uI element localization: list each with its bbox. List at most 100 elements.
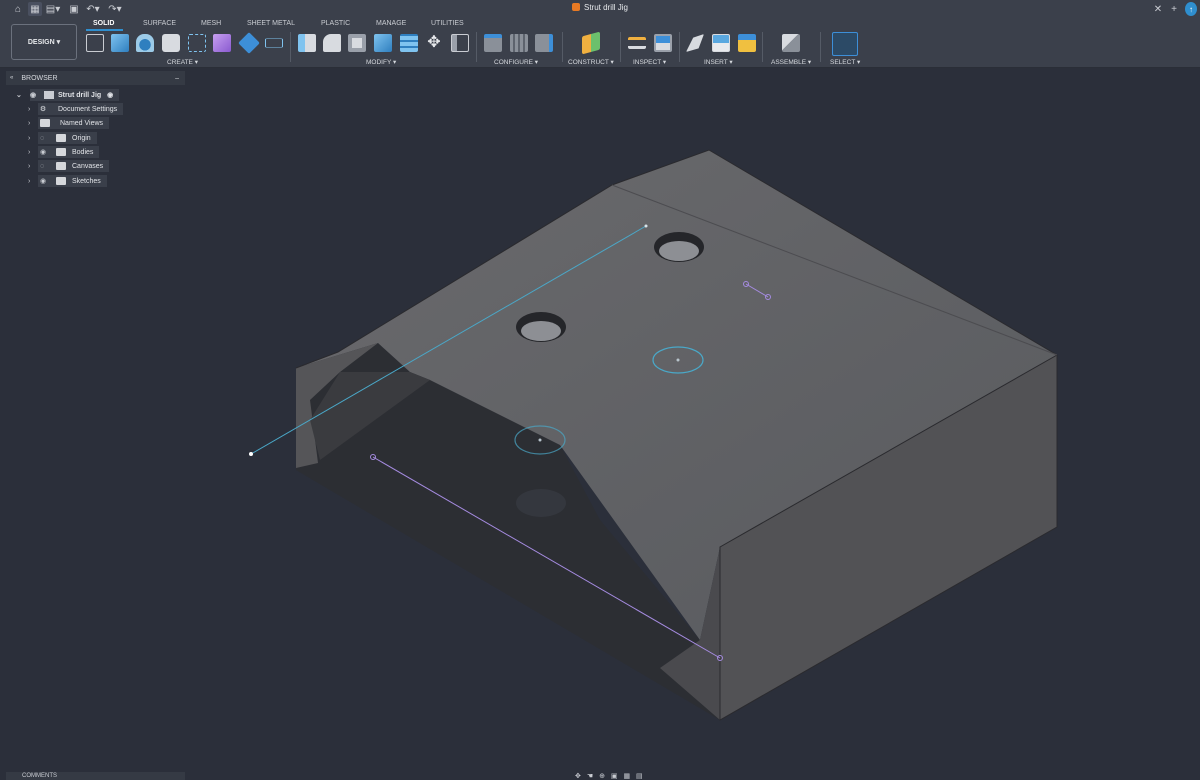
eye-icon[interactable]: ◉ — [40, 177, 46, 185]
browser-item-canvases[interactable]: › ◌ Canvases — [28, 160, 110, 172]
browser-title: BROWSER — [21, 74, 58, 82]
offset-plane-icon[interactable] — [582, 31, 600, 55]
inspect-label: INSPECT — [633, 59, 662, 66]
tab-manage[interactable]: MANAGE — [376, 20, 406, 27]
chevron-right-icon[interactable]: › — [28, 149, 30, 156]
box-primitive-icon[interactable] — [238, 32, 260, 54]
new-component-icon[interactable] — [782, 34, 800, 52]
section-analysis-icon[interactable] — [654, 34, 672, 52]
align-icon[interactable] — [451, 34, 469, 52]
assemble-group-label[interactable]: ASSEMBLE ▾ — [771, 58, 811, 66]
chevron-right-icon[interactable]: › — [28, 135, 30, 142]
create-sketch-icon[interactable] — [86, 34, 104, 52]
eye-icon[interactable]: ◉ — [40, 148, 46, 156]
browser-item-sketches[interactable]: › ◉ Sketches — [28, 175, 107, 187]
select-icon[interactable] — [832, 32, 858, 56]
configure-group-label[interactable]: CONFIGURE ▾ — [494, 58, 538, 66]
extrude-icon[interactable] — [111, 34, 129, 52]
new-tab-icon[interactable]: + — [1168, 2, 1180, 16]
hole-icon[interactable] — [162, 34, 180, 52]
pattern-icon[interactable] — [188, 34, 206, 52]
sketch-endpoint[interactable] — [644, 224, 648, 228]
tab-solid[interactable]: SOLID — [93, 20, 114, 27]
canvas-viewport[interactable] — [0, 68, 1200, 780]
configure-table-icon[interactable] — [484, 34, 502, 52]
eye-hidden-icon[interactable]: ◌ — [40, 135, 44, 142]
chevron-right-icon[interactable]: › — [28, 120, 30, 127]
browser-header[interactable]: « BROWSER – — [6, 71, 185, 85]
sketch-center-point[interactable] — [676, 358, 680, 362]
sketch-endpoint[interactable] — [249, 452, 253, 456]
chevron-right-icon[interactable]: › — [28, 106, 30, 113]
select-group-label[interactable]: SELECT ▾ — [830, 58, 860, 66]
browser-item-document-settings[interactable]: › ⚙ Document Settings — [28, 103, 124, 115]
tab-surface[interactable]: SURFACE — [143, 20, 176, 27]
separator — [762, 32, 763, 62]
item-label: Canvases — [72, 162, 104, 170]
workspace-switcher-button[interactable]: DESIGN ▾ — [11, 24, 77, 60]
grid-settings-icon[interactable]: ▦ — [623, 773, 632, 780]
split-body-icon[interactable] — [400, 34, 418, 52]
browser-item-named-views[interactable]: › Named Views — [28, 117, 110, 129]
tab-sheet-metal[interactable]: SHEET METAL — [247, 20, 295, 27]
insert-canvas-icon[interactable] — [712, 34, 730, 52]
folder-icon — [56, 148, 66, 156]
tab-utilities[interactable]: UTILITIES — [431, 20, 464, 27]
chevron-right-icon[interactable]: › — [28, 163, 30, 170]
close-tab-icon[interactable]: ✕ — [1152, 2, 1164, 16]
plane-primitive-icon[interactable] — [265, 38, 283, 48]
document-title-text: Strut drill Jig — [583, 3, 628, 12]
orbit-icon[interactable]: ✥ — [575, 773, 583, 780]
inspect-group-label[interactable]: INSPECT ▾ — [633, 58, 666, 66]
active-radio-icon[interactable]: ◉ — [107, 91, 113, 99]
modify-group-label[interactable]: MODIFY ▾ — [366, 58, 396, 66]
sketch-center-point[interactable] — [538, 438, 542, 442]
title-bar: ⌂ ▦ ▤▾ ▣ ↶▾ ↷▾ Strut drill Jig ✕ + ↑ — [0, 0, 1200, 18]
browser-item-origin[interactable]: › ◌ Origin — [28, 132, 97, 144]
shadow-blob — [516, 489, 566, 517]
fillet-icon[interactable] — [323, 34, 341, 52]
insert-mesh-icon[interactable] — [738, 34, 756, 52]
create-form-icon[interactable] — [213, 34, 231, 52]
separator — [562, 32, 563, 62]
item-label: Named Views — [60, 119, 104, 127]
configure-theme-icon[interactable] — [535, 34, 553, 52]
separator — [290, 32, 291, 62]
tab-plastic[interactable]: PLASTIC — [321, 20, 350, 27]
browser-root-item[interactable]: ⌄ ◉ Strut drill Jig ◉ — [16, 89, 120, 101]
measure-icon[interactable] — [628, 37, 646, 49]
insert-group-label[interactable]: INSERT ▾ — [704, 58, 733, 66]
chevron-down-icon[interactable]: ⌄ — [16, 91, 22, 99]
collapse-arrows-icon[interactable]: « — [10, 75, 13, 81]
chevron-right-icon[interactable]: › — [28, 178, 30, 185]
navigation-toolbar[interactable]: ✥ ☚ ⊕ ▣ ▦ ▤ — [575, 772, 725, 780]
configure-rows-icon[interactable] — [510, 34, 528, 52]
pan-icon[interactable]: ☚ — [587, 773, 595, 780]
zoom-icon[interactable]: ⊕ — [599, 773, 607, 780]
move-copy-icon[interactable]: ✥ — [425, 34, 443, 52]
revolve-icon[interactable] — [136, 34, 154, 52]
item-label: Sketches — [72, 177, 101, 185]
separator — [820, 32, 821, 62]
tab-mesh[interactable]: MESH — [201, 20, 221, 27]
construct-group-label[interactable]: CONSTRUCT ▾ — [568, 58, 614, 66]
viewports-icon[interactable]: ▤ — [636, 773, 645, 780]
eye-icon[interactable]: ◉ — [30, 91, 36, 99]
help-icon[interactable]: ↑ — [1185, 2, 1197, 16]
minimize-icon[interactable]: – — [175, 75, 179, 82]
comments-panel-header[interactable]: COMMENTS — [6, 772, 185, 780]
create-label: CREATE — [167, 59, 193, 66]
folder-icon — [56, 162, 66, 170]
browser-item-bodies[interactable]: › ◉ Bodies — [28, 146, 100, 158]
display-settings-icon[interactable]: ▣ — [611, 773, 620, 780]
drill-hole-lower-inner — [521, 321, 561, 341]
eye-hidden-icon[interactable]: ◌ — [40, 163, 44, 170]
combine-icon[interactable] — [374, 34, 392, 52]
insert-derive-icon[interactable] — [686, 34, 704, 52]
create-group-label[interactable]: CREATE ▾ — [167, 58, 198, 66]
separator — [620, 32, 621, 62]
gear-icon: ⚙ — [39, 106, 47, 113]
ribbon-toolbar: DESIGN ▾ SOLID SURFACE MESH SHEET METAL … — [0, 18, 1200, 68]
press-pull-icon[interactable] — [298, 34, 316, 52]
shell-icon[interactable] — [348, 34, 366, 52]
